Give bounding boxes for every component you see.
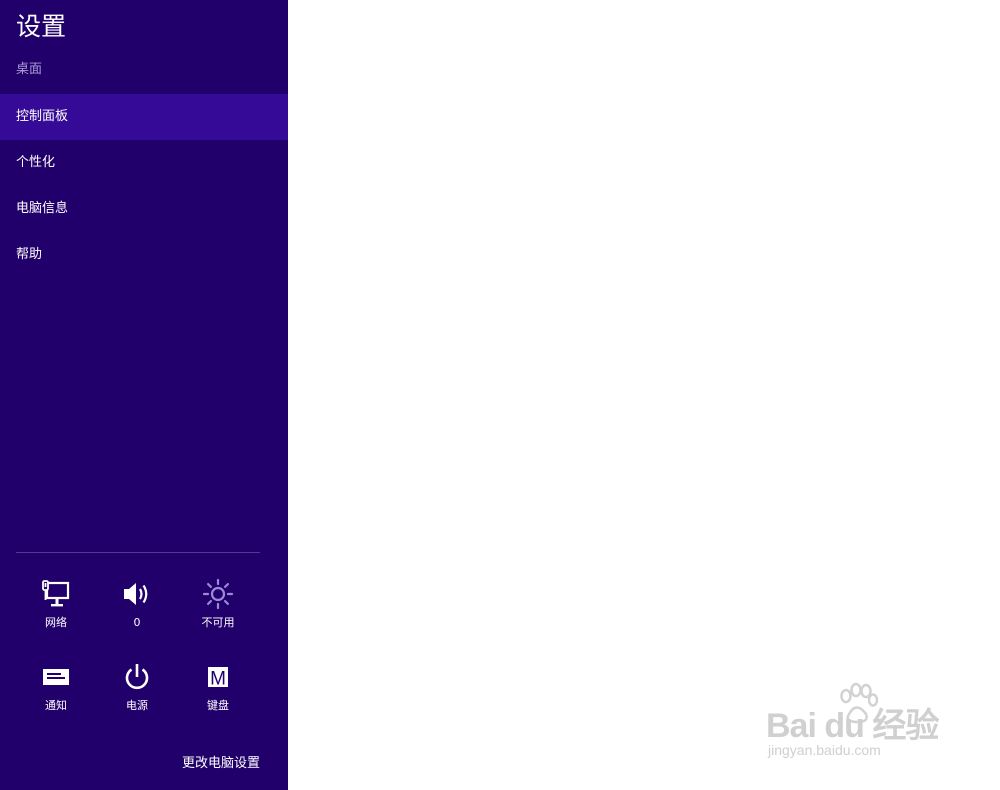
network-icon — [42, 580, 70, 607]
keyboard-icon: M — [208, 667, 228, 690]
notification-tile-label: 通知 — [45, 699, 67, 712]
network-tile-label: 网络 — [45, 616, 67, 629]
menu-item-help[interactable]: 帮助 — [0, 232, 288, 278]
brightness-tile[interactable]: 不可用 — [183, 578, 253, 640]
tiles-divider — [16, 552, 260, 553]
charm-subtitle: 桌面 — [16, 62, 43, 77]
brightness-tile-label: 不可用 — [201, 616, 235, 629]
change-pc-settings-link[interactable]: 更改电脑设置 — [120, 754, 260, 774]
settings-menu: 控制面板 个性化 电脑信息 帮助 — [0, 94, 288, 278]
watermark-url: jingyan.baidu.com — [768, 742, 881, 758]
charm-title: 设置 — [16, 12, 67, 41]
keyboard-icon-glyph: M — [210, 669, 226, 690]
menu-item-personalization[interactable]: 个性化 — [0, 140, 288, 186]
power-tile[interactable]: 电源 — [102, 661, 172, 723]
brightness-icon — [202, 578, 234, 610]
baidu-watermark: Bai du 经验 jingyan.baidu.com — [766, 682, 956, 772]
volume-icon — [124, 583, 148, 605]
volume-tile-label: 0 — [133, 616, 141, 629]
settings-charm-pane: 设置 桌面 控制面板 个性化 电脑信息 帮助 网络 0 不可用 通知 电源 M … — [0, 0, 288, 790]
menu-item-pc-info[interactable]: 电脑信息 — [0, 186, 288, 232]
desktop: 设置 桌面 控制面板 个性化 电脑信息 帮助 网络 0 不可用 通知 电源 M … — [0, 0, 1000, 790]
power-icon — [125, 664, 149, 690]
keyboard-tile[interactable]: M 键盘 — [183, 661, 253, 723]
notification-tile[interactable]: 通知 — [21, 661, 91, 723]
keyboard-tile-label: 键盘 — [207, 699, 229, 712]
volume-tile[interactable]: 0 — [102, 578, 172, 640]
network-tile[interactable]: 网络 — [21, 578, 91, 640]
power-tile-label: 电源 — [126, 699, 148, 712]
menu-item-control-panel[interactable]: 控制面板 — [0, 94, 288, 140]
watermark-brand: Bai du 经验 — [766, 707, 939, 745]
notification-icon — [43, 669, 69, 685]
